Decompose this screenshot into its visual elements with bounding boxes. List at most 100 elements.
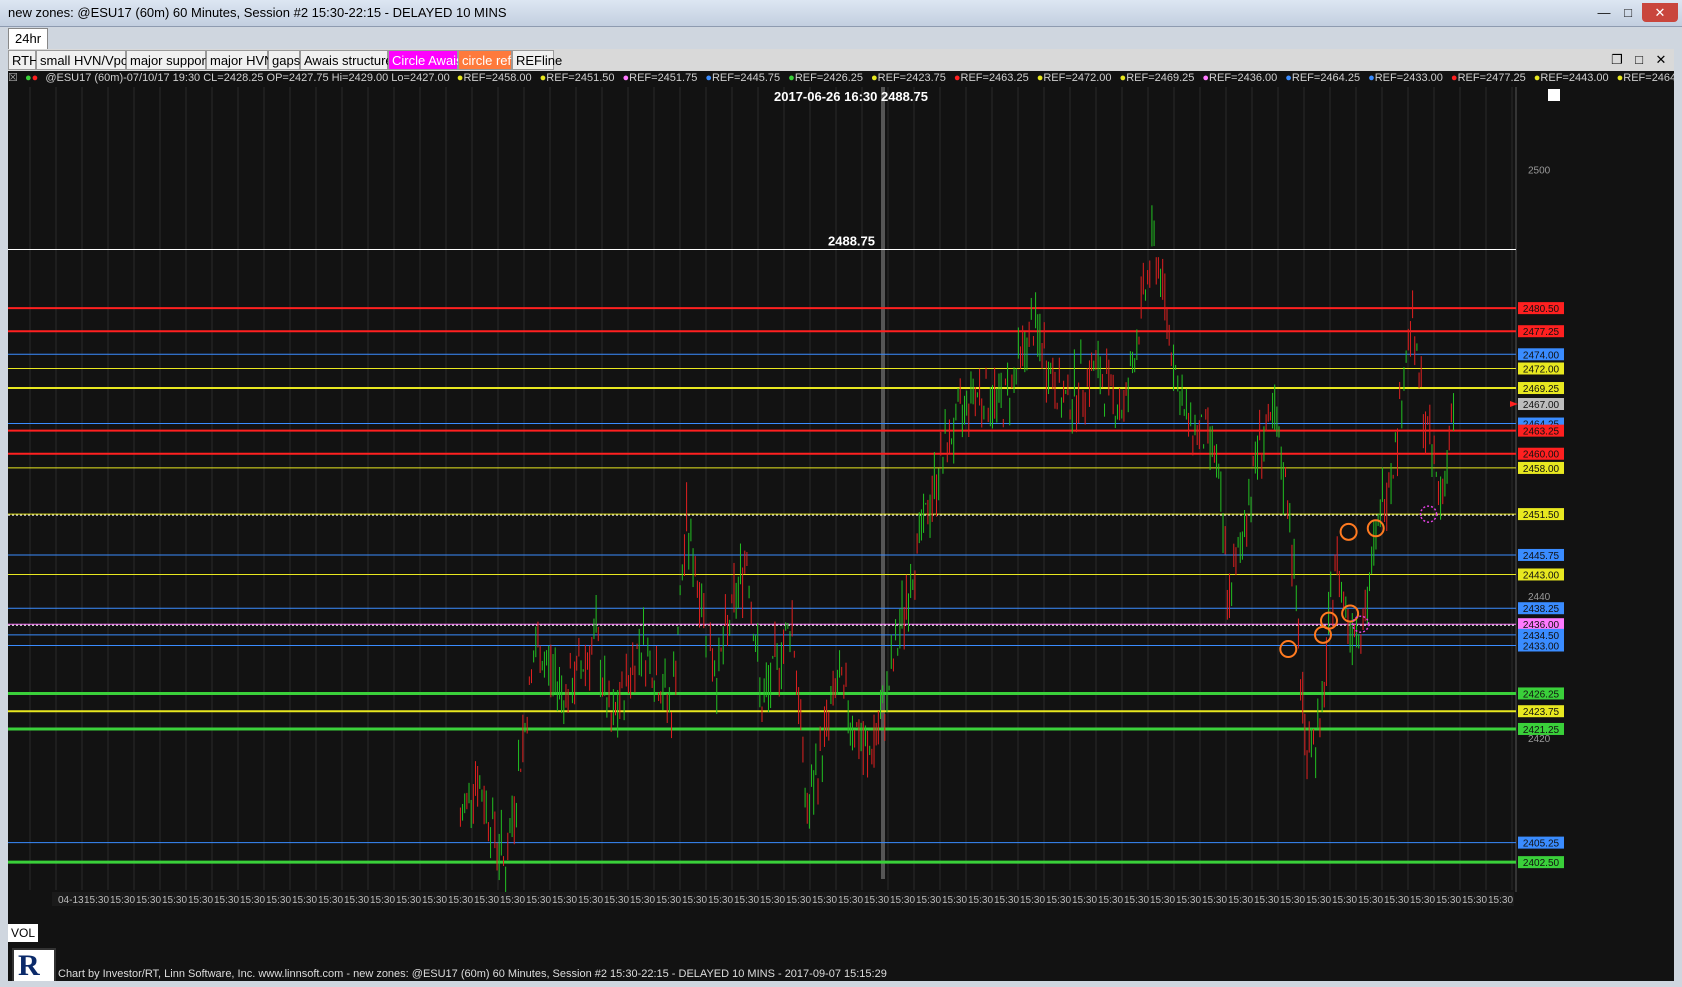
- x-axis-tick: 15:30: [1098, 895, 1123, 906]
- close-pane-icon[interactable]: ✕: [1652, 51, 1670, 69]
- toolbar-button-circle-ref[interactable]: circle ref: [458, 50, 512, 70]
- ref-list: ●REF=2458.00 ●REF=2451.50 ●REF=2451.75 ●REF…: [457, 72, 1674, 84]
- level-tag-label: 2480.50: [1523, 304, 1560, 315]
- ref-dot-icon: ●: [1285, 72, 1292, 84]
- price-chart: 2017-06-26 16:30 2488.75 2488.75 2480.50 24…: [8, 87, 1674, 981]
- toolbar-button-awais-structure[interactable]: Awais structure: [300, 50, 393, 70]
- level-tag-label: 2426.25: [1523, 689, 1560, 700]
- x-axis-tick: 15:30: [84, 895, 109, 906]
- window-title: new zones: @ESU17 (60m) 60 Minutes, Sess…: [8, 5, 507, 20]
- x-axis-tick: 15:30: [890, 895, 915, 906]
- maximize-pane-icon[interactable]: □: [1630, 51, 1648, 69]
- toolbar-button-major-hvn[interactable]: major HVN: [206, 50, 274, 70]
- x-axis-tick: 15:30: [552, 895, 577, 906]
- toolbar-button-small-hvn-vpoc[interactable]: small HVN/Vpoc: [36, 50, 135, 70]
- x-axis-tick: 15:30: [1384, 895, 1409, 906]
- x-axis-tick: 15:30: [942, 895, 967, 906]
- chart-footer: Chart by Investor/RT, Linn Software, Inc…: [58, 968, 887, 980]
- x-axis-tick: 15:30: [318, 895, 343, 906]
- ref-text: REF=2463.25: [960, 72, 1029, 84]
- close-icon: ✕: [1654, 4, 1666, 20]
- x-axis-tick: 15:30: [1306, 895, 1331, 906]
- ref-item: ●REF=2464.50: [1617, 72, 1674, 84]
- x-axis-tick: 15:30: [1046, 895, 1071, 906]
- level-tag-label: 2443.00: [1523, 570, 1560, 581]
- x-axis-tick: 15:30: [708, 895, 733, 906]
- ref-item: ●REF=2445.75: [705, 72, 784, 84]
- x-axis-tick: 15:30: [344, 895, 369, 906]
- axis-toggle-button: [1548, 89, 1560, 101]
- ref-item: ●REF=2426.25: [788, 72, 867, 84]
- ref-item: ●REF=2436.00: [1202, 72, 1281, 84]
- ref-item: ●REF=2477.25: [1451, 72, 1530, 84]
- ref-dot-icon: ●: [705, 72, 712, 84]
- x-axis-tick: 15:30: [1202, 895, 1227, 906]
- level-tag-label: 2445.75: [1523, 551, 1560, 562]
- level-tag-label: 2467.00: [1523, 400, 1560, 411]
- chart-background: [8, 87, 1674, 981]
- level-tag-label: 2460.00: [1523, 450, 1560, 461]
- x-axis-tick: 15:30: [682, 895, 707, 906]
- ref-item: ●REF=2464.25: [1285, 72, 1364, 84]
- x-axis-tick: 15:30: [474, 895, 499, 906]
- y-axis-tick: 2440: [1528, 592, 1551, 603]
- x-axis-tick: 15:30: [1124, 895, 1149, 906]
- toolbar-button-refline[interactable]: REFline: [512, 50, 562, 70]
- close-button[interactable]: ✕: [1642, 3, 1678, 22]
- x-axis-tick: 15:30: [422, 895, 447, 906]
- quote-text: @ESU17 (60m)-07/10/17 19:30 CL=2428.25 O…: [45, 72, 450, 84]
- x-axis-tick: 15:30: [188, 895, 213, 906]
- x-axis-tick: 15:30: [136, 895, 161, 906]
- investor-rt-logo: R: [12, 948, 56, 981]
- close-chart-icon[interactable]: ☒: [8, 72, 18, 84]
- x-axis-tick: 15:30: [838, 895, 863, 906]
- x-axis-tick: 04-13: [58, 895, 84, 906]
- toolbar-button-rth[interactable]: RTH: [8, 50, 38, 70]
- title-bar: new zones: @ESU17 (60m) 60 Minutes, Sess…: [0, 0, 1682, 27]
- tab-24hr[interactable]: 24hr: [8, 28, 49, 49]
- ref-text: REF=2445.75: [711, 72, 781, 84]
- x-axis-tick: 15:30: [630, 895, 655, 906]
- ref-item: ●REF=2451.50: [540, 72, 619, 84]
- minimize-icon: —: [1597, 5, 1611, 20]
- ref-text: REF=2443.00: [1540, 72, 1609, 84]
- x-axis-tick: 15:30: [292, 895, 317, 906]
- toolbar-button-circle-awais[interactable]: Circle Awais: [388, 50, 463, 70]
- ref-text: REF=2464.25: [1291, 72, 1361, 84]
- ref-item: ●REF=2458.00: [457, 72, 536, 84]
- x-axis-tick: 15:30: [110, 895, 135, 906]
- ref-item: ●REF=2472.00: [1037, 72, 1116, 84]
- y-axis-tick: 2500: [1528, 166, 1551, 177]
- level-tag-label: 2463.25: [1523, 427, 1560, 438]
- chart-area[interactable]: ☒ ● ● @ESU17 (60m)-07/10/17 19:30 CL=2428…: [8, 71, 1674, 981]
- maximize-button[interactable]: □: [1616, 3, 1640, 22]
- x-axis-tick: 15:30: [1020, 895, 1045, 906]
- x-axis-tick: 15:30: [734, 895, 759, 906]
- app-window: new zones: @ESU17 (60m) 60 Minutes, Sess…: [0, 0, 1682, 987]
- vol-label[interactable]: VOL: [8, 924, 38, 942]
- x-axis-tick: 15:30: [526, 895, 551, 906]
- level-tag-label: 2433.00: [1523, 642, 1560, 653]
- ref-dot-icon: ●: [1368, 72, 1375, 84]
- x-axis-tick: 15:30: [266, 895, 291, 906]
- toolbar: ❐ □ ✕ RTH small HVN/Vpoc major support majo…: [8, 49, 1674, 71]
- x-axis-tick: 15:30: [864, 895, 889, 906]
- level-tag-label: 2402.50: [1523, 858, 1560, 869]
- restore-icon[interactable]: ❐: [1608, 51, 1626, 69]
- x-axis-tick: 15:30: [240, 895, 265, 906]
- x-axis-tick: 15:30: [916, 895, 941, 906]
- crosshair-datetime-label: 2017-06-26 16:30 2488.75: [774, 89, 928, 104]
- x-axis-tick: 15:30: [1410, 895, 1435, 906]
- y-axis-tick: 2420: [1528, 734, 1551, 745]
- toolbar-button-gaps[interactable]: gaps: [268, 50, 300, 70]
- x-axis-tick: 15:30: [1254, 895, 1279, 906]
- minimize-button[interactable]: —: [1592, 3, 1616, 22]
- maximize-icon: □: [1624, 5, 1632, 20]
- x-axis-tick: 15:30: [994, 895, 1019, 906]
- x-axis-tick: 15:30: [604, 895, 629, 906]
- toolbar-button-major-support[interactable]: major support: [126, 50, 209, 70]
- x-axis-tick: 15:30: [448, 895, 473, 906]
- ref-text: REF=2469.25: [1126, 72, 1195, 84]
- level-tag-label: 2474.00: [1523, 350, 1560, 361]
- ref-text: REF=2451.50: [546, 72, 615, 84]
